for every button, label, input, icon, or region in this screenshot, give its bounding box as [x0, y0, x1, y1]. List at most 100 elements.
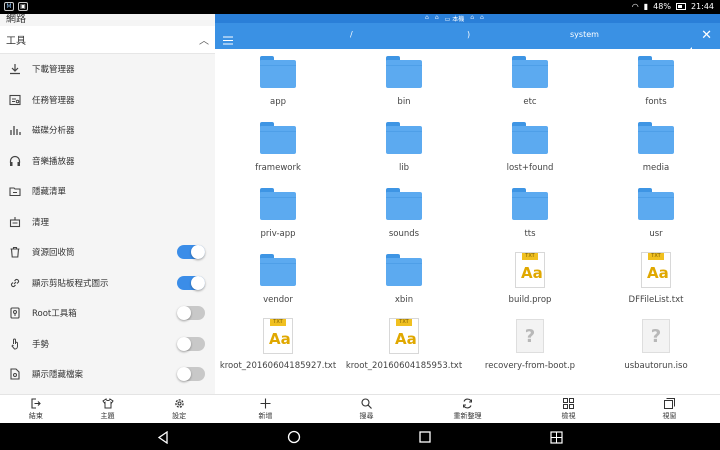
- tab-local[interactable]: ▭ 本機: [445, 14, 465, 23]
- tools-section-header[interactable]: 工具 ︿: [0, 26, 215, 54]
- folder-item[interactable]: framework: [215, 115, 341, 181]
- folder-item[interactable]: app: [215, 49, 341, 115]
- path-segment-system[interactable]: system: [570, 30, 599, 39]
- file-name: framework: [255, 163, 301, 173]
- folder-item[interactable]: lib: [341, 115, 467, 181]
- tool-item-clipboard-icon[interactable]: 顯示剪貼板程式圖示: [0, 268, 215, 299]
- folder-item[interactable]: lost+found: [467, 115, 593, 181]
- battery-icon: [675, 3, 686, 10]
- new-label: 新增: [258, 411, 273, 420]
- new-button[interactable]: 新增: [215, 395, 316, 423]
- path-segment-root[interactable]: /: [350, 30, 353, 39]
- folder-item[interactable]: xbin: [341, 247, 467, 313]
- file-name: app: [270, 97, 286, 107]
- file-item[interactable]: TXT Aa kroot_20160604185953.txt: [341, 313, 467, 379]
- folder-item[interactable]: usr: [593, 181, 719, 247]
- folder-icon: [512, 188, 548, 220]
- network-section-header[interactable]: 網路 ⌄: [0, 11, 215, 26]
- file-name: etc: [523, 97, 537, 107]
- folder-icon: [386, 122, 422, 154]
- file-name: bin: [397, 97, 411, 107]
- folder-icon: [512, 56, 548, 88]
- back-icon[interactable]: [155, 429, 171, 445]
- file-name: kroot_20160604185953.txt: [345, 361, 463, 371]
- tool-item-show-hidden-files[interactable]: 顯示隱藏檔案: [0, 359, 215, 390]
- recents-icon[interactable]: [417, 429, 433, 445]
- browser-bottom-toolbar: 新增 搜尋 重新整理 檢視 視窗: [215, 394, 720, 423]
- view-label: 檢視: [561, 411, 576, 420]
- link-icon: [8, 276, 22, 290]
- text-file-icon: TXT Aa: [389, 318, 419, 354]
- folder-item[interactable]: fonts: [593, 49, 719, 115]
- drawer-bottom-bar: 結束 主題 設定: [0, 394, 215, 423]
- unknown-file-icon: ?: [642, 319, 670, 353]
- windows-button[interactable]: 視窗: [619, 395, 720, 423]
- file-name: kroot_20160604185927.txt: [219, 361, 337, 371]
- folder-icon: [260, 56, 296, 88]
- settings-button[interactable]: 設定: [143, 395, 215, 423]
- clipboard-icon-toggle[interactable]: [177, 275, 205, 290]
- home-tab-icon[interactable]: ⌂: [470, 14, 474, 23]
- folder-item[interactable]: vendor: [215, 247, 341, 313]
- recycle-bin-toggle[interactable]: [177, 245, 205, 259]
- root-toolbox-icon: [8, 306, 22, 320]
- view-button[interactable]: 檢視: [518, 395, 619, 423]
- file-item[interactable]: TXT Aa DFFileList.txt: [593, 247, 719, 313]
- home-tab-icon[interactable]: ⌂: [435, 14, 439, 23]
- windows-icon: [664, 397, 675, 409]
- folder-item[interactable]: bin: [341, 49, 467, 115]
- tool-item-download-manager[interactable]: 下載管理器: [0, 54, 215, 85]
- folder-item[interactable]: tts: [467, 181, 593, 247]
- tool-label: 音樂播放器: [32, 156, 75, 167]
- file-name: priv-app: [260, 229, 296, 239]
- root-toolbox-toggle[interactable]: [177, 306, 205, 320]
- file-name: lost+found: [506, 163, 554, 173]
- file-item[interactable]: TXT Aa kroot_20160604185927.txt: [215, 313, 341, 379]
- tool-item-gesture[interactable]: 手勢: [0, 329, 215, 360]
- home-icon[interactable]: [286, 429, 302, 445]
- home-tab-icon[interactable]: ⌂: [480, 14, 484, 23]
- tool-label: 清理: [32, 217, 50, 228]
- file-browser: ⌂ ⌂ ▭ 本機 ⌂ ⌂ / ) system ✕ app bin etc fo…: [215, 14, 720, 423]
- system-navigation-bar: [0, 423, 720, 450]
- disk-analyzer-icon: [8, 123, 22, 137]
- file-item[interactable]: ? recovery-from-boot.p: [467, 313, 593, 379]
- file-item[interactable]: ? usbautorun.iso: [593, 313, 719, 379]
- file-name: media: [642, 163, 670, 173]
- search-icon: [361, 397, 372, 409]
- exit-button[interactable]: 結束: [0, 395, 72, 423]
- tool-item-hidden-list[interactable]: 隱藏清單: [0, 176, 215, 207]
- folder-icon: [638, 188, 674, 220]
- file-name: build.prop: [508, 295, 552, 305]
- folder-item[interactable]: media: [593, 115, 719, 181]
- folder-icon: [386, 188, 422, 220]
- tool-item-music-player[interactable]: 音樂播放器: [0, 146, 215, 177]
- tool-item-root-toolbox[interactable]: Root工具箱: [0, 298, 215, 329]
- window-tabs-strip: ⌂ ⌂ ▭ 本機 ⌂ ⌂: [215, 14, 720, 23]
- tool-label: 顯示剪貼板程式圖示: [32, 278, 109, 289]
- tool-item-recycle-bin[interactable]: 資源回收筒: [0, 237, 215, 268]
- trash-icon: [8, 245, 22, 259]
- refresh-button[interactable]: 重新整理: [417, 395, 518, 423]
- task-manager-icon: [8, 93, 22, 107]
- close-icon[interactable]: ✕: [701, 28, 712, 43]
- menu-icon[interactable]: [223, 30, 233, 49]
- theme-label: 主題: [100, 411, 115, 420]
- clock: 21:44: [690, 2, 714, 11]
- tool-item-cleaner[interactable]: 清理: [0, 207, 215, 238]
- search-button[interactable]: 搜尋: [316, 395, 417, 423]
- settings-icon: [174, 398, 184, 408]
- theme-icon: [101, 397, 114, 408]
- file-item[interactable]: TXT Aa build.prop: [467, 247, 593, 313]
- screenshot-icon[interactable]: [548, 429, 564, 445]
- tool-label: 手勢: [32, 339, 50, 350]
- home-tab-icon[interactable]: ⌂: [425, 14, 429, 23]
- gesture-toggle[interactable]: [177, 336, 205, 351]
- folder-item[interactable]: etc: [467, 49, 593, 115]
- tool-item-task-manager[interactable]: 任務管理器: [0, 85, 215, 116]
- folder-item[interactable]: sounds: [341, 181, 467, 247]
- theme-button[interactable]: 主題: [72, 395, 144, 423]
- tool-item-disk-analyzer[interactable]: 磁碟分析器: [0, 115, 215, 146]
- folder-item[interactable]: priv-app: [215, 181, 341, 247]
- show-hidden-files-toggle[interactable]: [177, 367, 205, 381]
